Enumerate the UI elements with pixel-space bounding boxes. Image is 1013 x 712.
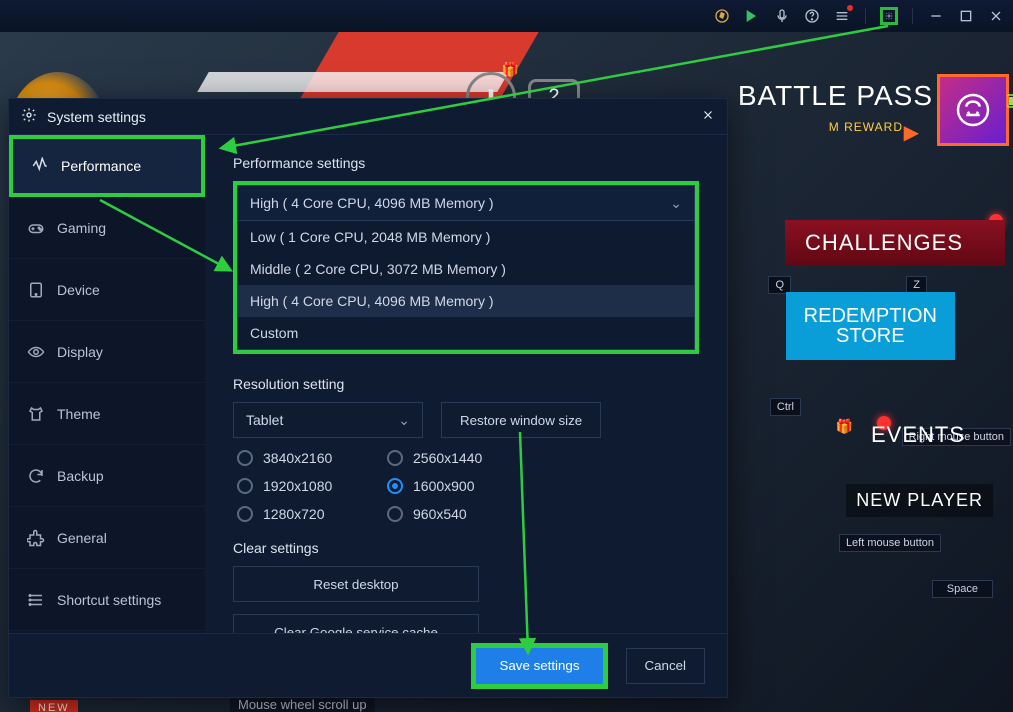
- sidebar-item-performance[interactable]: Performance: [9, 135, 205, 197]
- sidebar-item-display[interactable]: Display: [9, 321, 205, 383]
- restore-window-button[interactable]: Restore window size: [441, 402, 601, 438]
- performance-heading: Performance settings: [233, 155, 699, 171]
- sidebar-item-label: Device: [57, 282, 100, 298]
- close-window-icon[interactable]: [987, 7, 1005, 25]
- maximize-icon[interactable]: [957, 7, 975, 25]
- resolution-heading: Resolution setting: [233, 376, 699, 392]
- sidebar-item-label: Performance: [61, 158, 141, 174]
- performance-option-middle[interactable]: Middle ( 2 Core CPU, 3072 MB Memory ): [238, 253, 694, 285]
- sidebar-item-label: Theme: [57, 406, 101, 422]
- reset-desktop-button[interactable]: Reset desktop: [233, 566, 479, 602]
- resolution-960x540[interactable]: 960x540: [387, 506, 537, 522]
- sidebar-item-shortcut[interactable]: Shortcut settings: [9, 569, 205, 631]
- battlepass-card[interactable]: [937, 74, 1009, 146]
- play-store-icon[interactable]: [743, 7, 761, 25]
- gift-icon: 🎁: [836, 418, 853, 435]
- resolution-1600x900[interactable]: 1600x900: [387, 478, 537, 494]
- save-settings-button[interactable]: Save settings: [476, 648, 602, 684]
- battlepass-title: BATTLE PASS: [738, 80, 933, 112]
- chevron-right-icon: ▶: [904, 120, 919, 145]
- performance-options-list: Low ( 1 Core CPU, 2048 MB Memory ) Middl…: [237, 221, 695, 350]
- sidebar-item-backup[interactable]: Backup: [9, 445, 205, 507]
- sidebar-item-label: Gaming: [57, 220, 106, 236]
- redemption-store-panel[interactable]: REDEMPTION STORE: [786, 292, 955, 360]
- gift-icon: 🎁: [502, 61, 519, 78]
- clear-cache-button[interactable]: Clear Google service cache: [233, 614, 479, 633]
- dialog-title: System settings: [47, 109, 146, 125]
- gear-icon: [21, 107, 37, 126]
- resolution-1280x720[interactable]: 1280x720: [237, 506, 387, 522]
- performance-selected-label: High ( 4 Core CPU, 4096 MB Memory ): [250, 195, 494, 211]
- sidebar-item-gaming[interactable]: Gaming: [9, 197, 205, 259]
- events-panel[interactable]: EVENTS: [871, 422, 965, 448]
- minimize-icon[interactable]: [927, 7, 945, 25]
- mic-icon[interactable]: [773, 7, 791, 25]
- dialog-footer: Save settings Cancel: [9, 633, 727, 697]
- battlepass-subtitle: M REWARD: [829, 120, 903, 134]
- compass-icon[interactable]: [713, 7, 731, 25]
- challenges-panel[interactable]: CHALLENGES: [785, 220, 1005, 266]
- sidebar-item-label: Display: [57, 344, 103, 360]
- system-settings-dialog: System settings Performance Gaming Devic…: [8, 98, 728, 698]
- clear-heading: Clear settings: [233, 540, 699, 556]
- cancel-button[interactable]: Cancel: [626, 648, 706, 684]
- performance-dropdown[interactable]: High ( 4 Core CPU, 4096 MB Memory ) ⌄ Lo…: [233, 181, 699, 354]
- resolution-1920x1080[interactable]: 1920x1080: [237, 478, 387, 494]
- sidebar-item-label: Backup: [57, 468, 104, 484]
- battery-icon: [1007, 94, 1013, 111]
- redemption-line1: REDEMPTION: [804, 305, 937, 327]
- sidebar-item-label: Shortcut settings: [57, 592, 161, 608]
- chevron-down-icon: ⌄: [670, 195, 682, 212]
- new-badge: NEW: [30, 700, 78, 712]
- help-icon[interactable]: [803, 7, 821, 25]
- key-hint-ctrl: Ctrl: [770, 398, 801, 416]
- newplayer-panel[interactable]: NEW PLAYER: [846, 484, 993, 517]
- dialog-titlebar: System settings: [9, 99, 727, 135]
- settings-sidebar: Performance Gaming Device Display Theme …: [9, 135, 205, 633]
- redemption-line2: STORE: [836, 325, 905, 347]
- menu-icon[interactable]: [833, 7, 851, 25]
- sidebar-item-general[interactable]: General: [9, 507, 205, 569]
- resolution-3840x2160[interactable]: 3840x2160: [237, 450, 387, 466]
- resolution-2560x1440[interactable]: 2560x1440: [387, 450, 537, 466]
- sidebar-item-theme[interactable]: Theme: [9, 383, 205, 445]
- performance-option-custom[interactable]: Custom: [238, 317, 694, 349]
- performance-selected[interactable]: High ( 4 Core CPU, 4096 MB Memory ) ⌄: [237, 185, 695, 221]
- performance-option-low[interactable]: Low ( 1 Core CPU, 2048 MB Memory ): [238, 221, 694, 253]
- key-hint-space: Space: [932, 580, 993, 598]
- titlebar: [0, 0, 1013, 32]
- sidebar-item-device[interactable]: Device: [9, 259, 205, 321]
- resolution-device-label: Tablet: [246, 412, 283, 428]
- settings-gear-icon[interactable]: [880, 7, 898, 25]
- performance-option-high[interactable]: High ( 4 Core CPU, 4096 MB Memory ): [238, 285, 694, 317]
- resolution-radio-group: 3840x2160 2560x1440 1920x1080 1600x900 1…: [237, 450, 699, 522]
- dialog-close-icon[interactable]: [701, 108, 715, 125]
- settings-content: Performance settings High ( 4 Core CPU, …: [205, 135, 727, 633]
- key-hint-lmb: Left mouse button: [839, 534, 941, 552]
- resolution-device-select[interactable]: Tablet ⌄: [233, 402, 423, 438]
- chevron-down-icon: ⌄: [398, 412, 410, 429]
- sidebar-item-label: General: [57, 530, 107, 546]
